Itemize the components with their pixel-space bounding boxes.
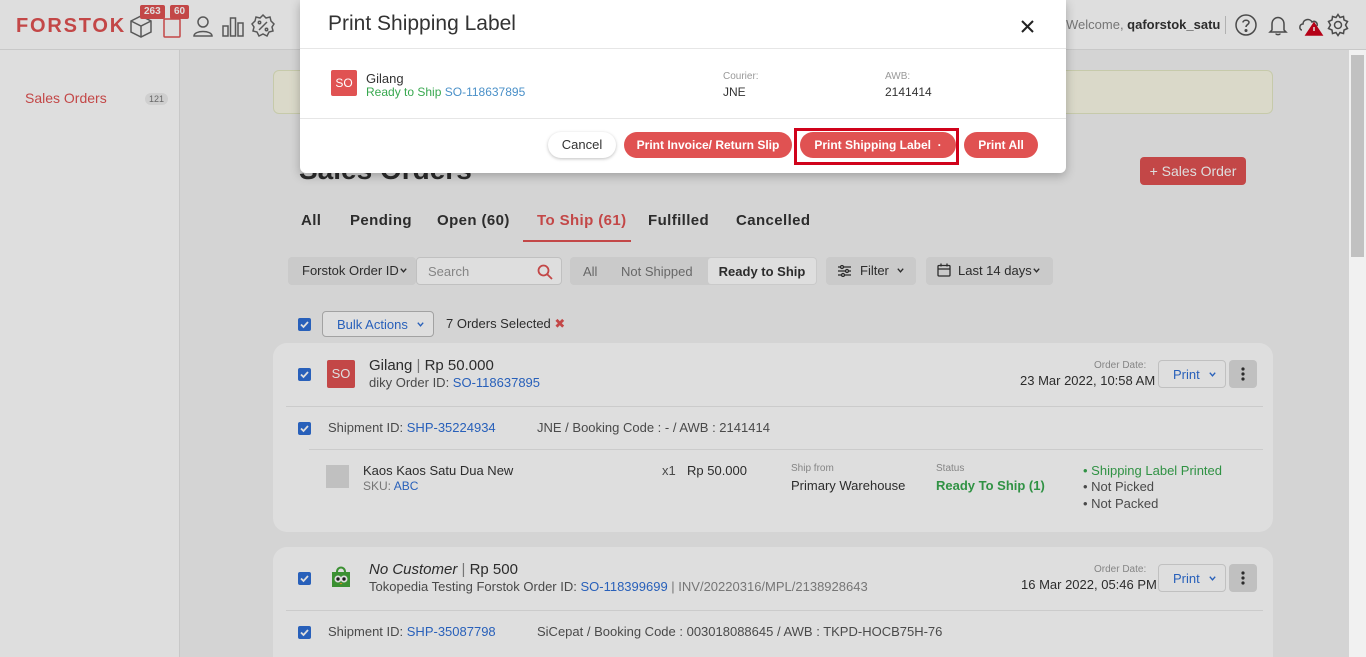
awb-label: AWB: [885, 71, 911, 82]
awb-value: 2141414 [885, 85, 932, 99]
courier-label: Courier: [723, 71, 759, 82]
courier-value: JNE [723, 85, 746, 99]
divider [300, 118, 1066, 119]
modal-customer-name: Gilang [366, 71, 404, 86]
print-invoice-return-slip-button[interactable]: Print Invoice/ Return Slip [624, 132, 792, 158]
modal-title: Print Shipping Label [328, 12, 516, 35]
modal-order-id[interactable]: SO-118637895 [445, 85, 526, 99]
close-icon[interactable] [1019, 18, 1036, 35]
cancel-button[interactable]: Cancel [548, 132, 616, 158]
modal-order-status: Ready to Ship SO-118637895 [366, 85, 525, 99]
order-avatar: SO [331, 70, 357, 96]
scrollbar-thumb[interactable] [1351, 55, 1364, 257]
print-all-button[interactable]: Print All [964, 132, 1038, 158]
divider [300, 48, 1066, 49]
highlight-box [794, 128, 959, 165]
status-text: Ready to Ship [366, 85, 442, 99]
